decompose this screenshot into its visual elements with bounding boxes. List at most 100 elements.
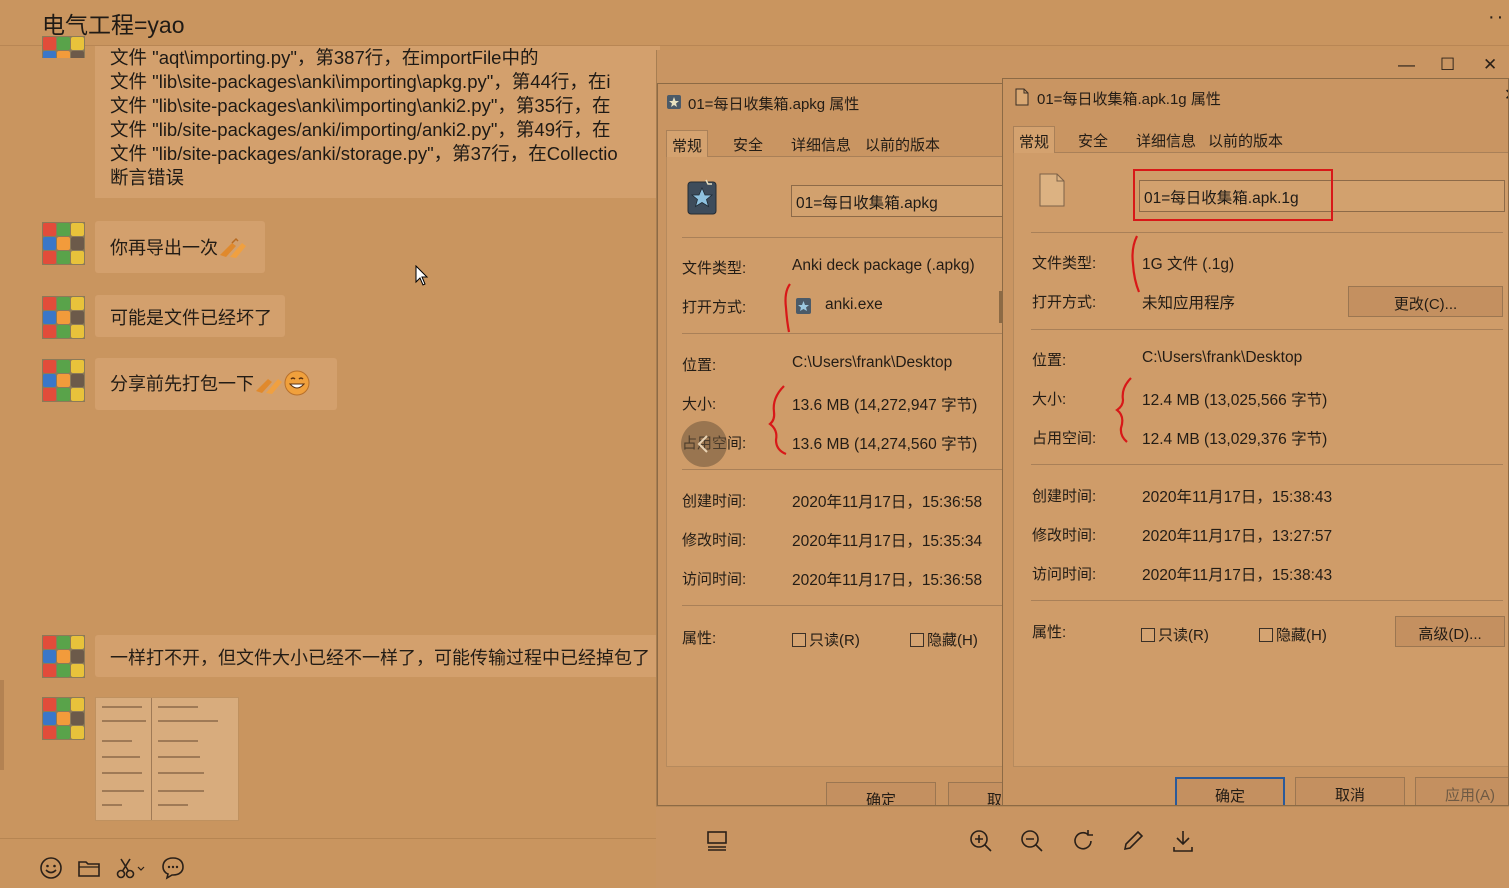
close-icon[interactable]: ✕ <box>1504 85 1508 105</box>
dialog-title: 01=每日收集箱.apk.1g 属性 <box>1037 91 1221 108</box>
message-bubble: 你再导出一次 <box>95 221 265 273</box>
avatar-tile <box>71 374 84 387</box>
hand-emoji <box>220 237 246 258</box>
avatar[interactable] <box>42 697 85 740</box>
chevron-left-icon <box>697 435 708 453</box>
avatar-tile <box>57 223 70 236</box>
created-value: 2020年11月17日，15:36:58 <box>792 494 983 511</box>
avatar-tile <box>57 360 70 373</box>
avatar-tile <box>43 664 56 677</box>
close-icon[interactable]: ✕ <box>1483 55 1497 75</box>
checkbox-box[interactable] <box>1259 628 1273 642</box>
readonly-label: 只读(R) <box>809 632 860 649</box>
ok-button[interactable]: 确定 <box>826 782 936 805</box>
avatar-tile <box>57 325 70 338</box>
download-icon[interactable] <box>1170 828 1196 854</box>
hidden-checkbox[interactable]: 隐藏(H) <box>1259 624 1327 645</box>
apply-button[interactable]: 应用(A) <box>1415 777 1508 805</box>
avatar[interactable] <box>42 635 85 678</box>
accessed-label: 访问时间: <box>1032 566 1097 583</box>
filename-field[interactable]: 01=每日收集箱.apkg <box>791 185 1002 217</box>
avatar-tile <box>57 311 70 324</box>
avatar-tile <box>43 251 56 264</box>
open-with-label: 打开方式: <box>1032 294 1097 311</box>
avatar-tile <box>57 374 70 387</box>
modified-label: 修改时间: <box>682 532 747 549</box>
grin-emoji <box>284 370 310 396</box>
created-label: 创建时间: <box>682 493 747 510</box>
message-text: 分享前先打包一下 <box>110 374 254 394</box>
tab-details[interactable]: 详细信息 <box>1131 126 1201 153</box>
avatar-tile <box>43 388 56 401</box>
cancel-button[interactable]: 取消 <box>1295 777 1405 805</box>
anki-file-icon <box>667 95 681 109</box>
input-divider <box>0 838 656 839</box>
toggle-panel-icon[interactable] <box>704 828 730 854</box>
maximize-icon[interactable]: ☐ <box>1440 55 1455 75</box>
previous-image-button[interactable] <box>681 421 727 467</box>
readonly-checkbox[interactable]: 只读(R) <box>1141 624 1209 645</box>
avatar-tile <box>71 237 84 250</box>
file-type-label: 文件类型: <box>682 260 747 277</box>
advanced-button[interactable]: 高级(D)... <box>1395 616 1505 647</box>
tab-details[interactable]: 详细信息 <box>786 130 856 157</box>
avatar-tile <box>57 37 70 50</box>
checkbox-box[interactable] <box>1141 628 1155 642</box>
avatar[interactable] <box>42 222 85 265</box>
message-text: 一样打不开，但文件大小已经不一样了，可能传输过程中已经掉包了 <box>110 648 650 668</box>
attributes-label: 属性: <box>1032 624 1067 641</box>
avatar-tile <box>71 726 84 739</box>
ok-button[interactable]: 确定 <box>1175 777 1285 805</box>
readonly-label: 只读(R) <box>1158 627 1209 644</box>
tab-security[interactable]: 安全 <box>728 130 768 157</box>
avatar-tile <box>71 698 84 711</box>
avatar-tile <box>43 726 56 739</box>
avatar[interactable] <box>42 359 85 402</box>
error-line: 断言错误 <box>110 167 185 188</box>
avatar-tile <box>71 311 84 324</box>
tab-security[interactable]: 安全 <box>1073 126 1113 153</box>
checkbox-box[interactable] <box>792 633 806 647</box>
folder-icon[interactable] <box>76 855 102 881</box>
avatar-tile <box>43 712 56 725</box>
zoom-in-icon[interactable] <box>968 828 994 854</box>
location-label: 位置: <box>682 357 717 374</box>
emoji-icon[interactable] <box>38 855 64 881</box>
attributes-label: 属性: <box>682 630 717 647</box>
location-value: C:\Users\frank\Desktop <box>792 354 953 371</box>
more-dots-icon[interactable]: ·· <box>1488 6 1505 29</box>
scissors-icon[interactable] <box>114 855 146 881</box>
edit-icon[interactable] <box>1120 828 1146 854</box>
general-panel <box>1013 153 1508 767</box>
avatar-tile <box>57 636 70 649</box>
hidden-label: 隐藏(H) <box>927 632 978 649</box>
tab-general[interactable]: 常规 <box>666 130 709 158</box>
avatar[interactable] <box>42 36 85 58</box>
tab-general[interactable]: 常规 <box>1013 126 1056 154</box>
tab-previous-versions[interactable]: 以前的版本 <box>860 130 945 157</box>
avatar-tile <box>43 360 56 373</box>
readonly-checkbox[interactable]: 只读(R) <box>792 629 860 650</box>
screenshot-thumbnail[interactable] <box>95 697 239 821</box>
checkbox-box[interactable] <box>910 633 924 647</box>
tab-previous-versions[interactable]: 以前的版本 <box>1203 126 1288 153</box>
chat-scrollbar[interactable] <box>0 680 4 770</box>
minimize-icon[interactable]: — <box>1398 55 1415 75</box>
anki-app-icon <box>796 298 811 314</box>
change-button[interactable]: 更改(C)... <box>1348 286 1503 317</box>
size-on-disk-value: 13.6 MB (14,274,560 字节) <box>792 436 978 453</box>
hidden-label: 隐藏(H) <box>1276 627 1327 644</box>
cancel-button[interactable]: 取 <box>948 782 1002 805</box>
avatar-tile <box>43 223 56 236</box>
hidden-checkbox[interactable]: 隐藏(H) <box>910 629 978 650</box>
message-text: 你再导出一次 <box>110 238 218 258</box>
open-with-value: 未知应用程序 <box>1142 295 1236 312</box>
avatar-tile <box>43 698 56 711</box>
chat-bubble-icon[interactable] <box>160 855 186 881</box>
avatar-tile <box>43 237 56 250</box>
rotate-icon[interactable] <box>1070 828 1096 854</box>
red-highlight-box <box>1133 169 1333 221</box>
created-value: 2020年11月17日，15:38:43 <box>1142 489 1333 506</box>
avatar[interactable] <box>42 296 85 339</box>
zoom-out-icon[interactable] <box>1019 828 1045 854</box>
